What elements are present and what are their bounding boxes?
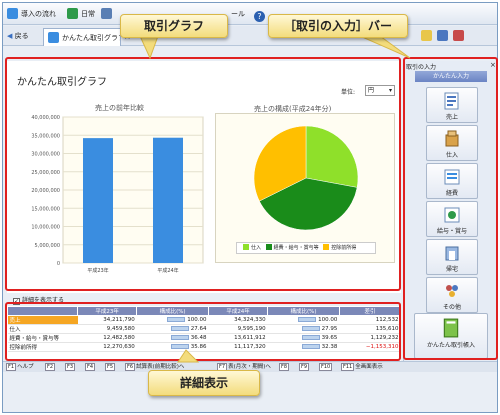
callout-detail: 詳細表示 xyxy=(148,370,260,396)
callout-pointers xyxy=(139,35,411,363)
callout-pointer xyxy=(177,349,200,363)
callout-graph: 取引グラフ xyxy=(120,14,228,38)
callout-input-bar: ［取引の入力］バー xyxy=(268,14,408,38)
callout-pointer xyxy=(139,35,159,60)
callout-pointer xyxy=(359,35,411,59)
